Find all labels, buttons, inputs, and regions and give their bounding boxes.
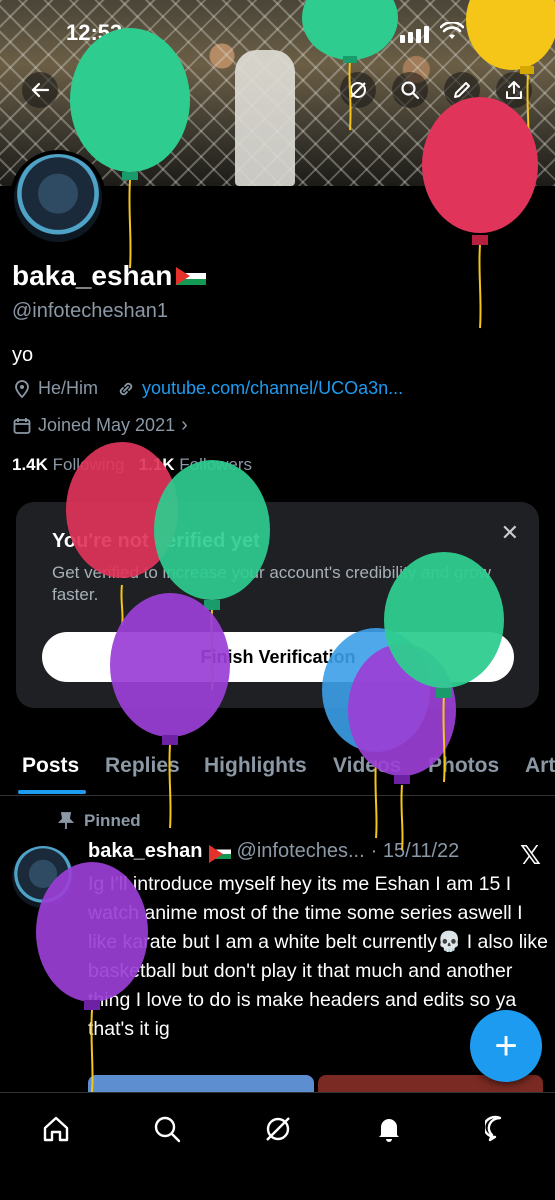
post-avatar[interactable]: [12, 846, 74, 908]
tab-videos[interactable]: Videos: [333, 754, 401, 778]
notifications-icon: [379, 1119, 399, 1142]
location-icon: [15, 379, 29, 398]
wifi-icon: [440, 22, 464, 39]
edit-icon: [454, 82, 470, 98]
post-header: baka_eshan @infoteches... · 15/11/22: [88, 840, 459, 863]
home-icon: [43, 1116, 69, 1142]
pinned-text: Pinned: [84, 811, 141, 830]
palestine-flag-emoji: [176, 267, 207, 285]
back-arrow-icon: [31, 82, 50, 98]
profile-tabs: Posts Replies Highlights Videos Photos A…: [0, 748, 555, 794]
search-button[interactable]: [392, 72, 428, 108]
followers-label: Followers: [179, 455, 253, 474]
post-date: · 15/11/22: [370, 840, 460, 862]
share-icon: [506, 81, 522, 99]
nav-home[interactable]: [34, 1107, 78, 1151]
nav-grok[interactable]: [256, 1107, 300, 1151]
back-button[interactable]: [22, 72, 58, 108]
nav-notifications[interactable]: [367, 1107, 411, 1151]
explore-icon: [154, 1116, 181, 1143]
profile-link[interactable]: youtube.com/channel/UCOa3n...: [142, 378, 403, 399]
pin-icon: [58, 812, 74, 829]
battery-indicator: 10: [472, 22, 510, 42]
followers-count: 1.1K: [138, 455, 175, 474]
verification-card: You're not verified yet ✕ Get verified t…: [16, 502, 539, 708]
pronouns-text: He/Him: [38, 378, 99, 398]
following-label: Following: [52, 455, 125, 474]
verification-text: Get verified to increase your account's …: [52, 563, 491, 604]
profile-name-text: baka_eshan: [12, 260, 173, 291]
active-tab-indicator: [18, 790, 86, 794]
plus-icon: +: [494, 1023, 518, 1068]
grok-nav-icon: [266, 1117, 290, 1141]
tab-posts[interactable]: Posts: [22, 754, 79, 778]
search-icon: [401, 81, 420, 100]
profile-avatar[interactable]: [10, 150, 106, 246]
status-bar: 12:53 10: [0, 0, 555, 62]
following-link[interactable]: 1.4K Following: [12, 455, 124, 474]
profile-meta-row: He/Him youtube.com/channel/UCOa3n...: [12, 378, 403, 399]
joined-text: Joined May 2021: [38, 415, 176, 435]
followers-link[interactable]: 1.1K Followers: [139, 455, 252, 474]
calendar-icon: [13, 417, 31, 434]
joined-row[interactable]: Joined May 2021 ›: [12, 414, 188, 437]
finish-verification-button[interactable]: Finish Verification: [42, 632, 514, 682]
tab-photos[interactable]: Photos: [428, 754, 499, 778]
chevron-right-icon: ›: [181, 414, 188, 436]
status-time: 12:53: [66, 20, 123, 45]
verification-title: You're not verified yet: [52, 530, 260, 552]
nav-messages[interactable]: [478, 1107, 522, 1151]
post-text[interactable]: Ig I'll introduce myself hey its me Esha…: [88, 870, 548, 1044]
grok-icon: [350, 82, 366, 98]
close-icon[interactable]: ✕: [501, 520, 519, 546]
post-author[interactable]: baka_eshan: [88, 840, 203, 863]
share-button[interactable]: [496, 72, 532, 108]
tab-art[interactable]: Art: [525, 754, 555, 778]
palestine-flag-emoji: [208, 844, 231, 863]
messages-icon: [485, 1115, 502, 1142]
compose-post-button[interactable]: +: [470, 1010, 542, 1082]
signal-icon: [400, 26, 429, 43]
tabs-divider: [0, 795, 555, 796]
tab-highlights[interactable]: Highlights: [204, 754, 307, 778]
following-count: 1.4K: [12, 455, 48, 474]
pinned-label: Pinned: [58, 811, 141, 831]
bottom-navigation: [0, 1092, 555, 1200]
edit-button[interactable]: [444, 72, 480, 108]
tab-replies[interactable]: Replies: [105, 754, 180, 778]
nav-explore[interactable]: [145, 1107, 189, 1151]
x-logo-icon: 𝕏: [520, 840, 541, 870]
profile-bio: yo: [12, 344, 34, 366]
link-icon: [119, 382, 133, 395]
profile-name: baka_eshan: [12, 260, 207, 292]
post-handle: @infoteches...: [236, 840, 365, 862]
follow-stats: 1.4K Following 1.1K Followers: [12, 455, 252, 475]
grok-button[interactable]: [340, 72, 376, 108]
profile-handle: @infotecheshan1: [12, 300, 168, 322]
